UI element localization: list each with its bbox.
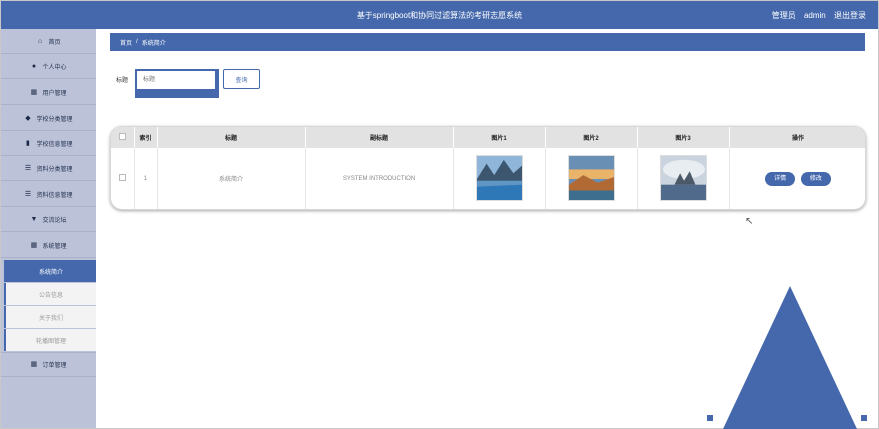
sidebar-item-label: 学校分类管理 [36,116,73,123]
search-button[interactable]: 查询 [223,69,260,89]
sidebar: ⌂ 首页 ● 个人中心 ▦ 用户管理 ◆ 学校分类管理 ▮ 学校信息管理 ☰ 资… [1,29,96,428]
breadcrumb-home[interactable]: 首页 [120,38,132,47]
row-checkbox[interactable] [118,174,126,181]
subtitle-cell: SYSTEM INTRODUCTION [305,148,454,209]
table-header-row: 索引 标题 副标题 图片1 图片2 图片3 操作 [111,127,865,148]
sidebar-item-material-category[interactable]: ☰ 资料分类管理 [1,156,96,181]
edit-button[interactable]: 修改 [800,171,831,186]
column-header: 操作 [729,127,865,148]
select-all-cell[interactable] [111,127,135,148]
sidebar-item-label: 系统管理 [42,243,67,250]
book-icon: ▮ [26,139,30,147]
sidebar-item-forum[interactable]: ▼ 交流论坛 [1,207,96,232]
breadcrumb-separator: / [136,39,138,45]
table-row: 1 系统简介 SYSTEM INTRODUCTION 详情 修改 [111,148,865,209]
sidebar-item-label: 订单管理 [42,363,67,369]
grid-icon: ▦ [30,241,38,249]
search-label: 标题 [116,78,129,84]
logout-link[interactable]: 退出登录 [834,11,866,20]
sidebar-item-label: 用户管理 [42,90,67,97]
list-icon: ☰ [24,164,32,172]
sidebar-subitem-notice[interactable]: 公告信息 [4,283,96,305]
column-header: 标题 [157,127,306,148]
role-label: 管理员 [771,11,796,20]
column-header: 图片1 [453,127,546,148]
column-header: 图片2 [545,127,638,148]
misty-castle-image [659,154,707,201]
sidebar-item-label: 资料信息管理 [36,192,73,199]
detail-button[interactable]: 详情 [765,171,796,186]
title-cell: 系统简介 [157,148,306,209]
decorative-square [861,415,867,421]
sidebar-subitem-about[interactable]: 关于我们 [4,306,96,328]
top-header: 基于springboot和协同过滤算法的考研志愿系统 管理员 admin 退出登… [1,1,878,29]
sidebar-item-label: 资料分类管理 [36,166,73,173]
lake-mountain-image [475,154,523,201]
coastal-sunset-image [567,154,615,201]
sidebar-item-material-info[interactable]: ☰ 资料信息管理 [1,182,96,207]
decorative-square [707,415,713,421]
grid-icon: ▦ [30,361,38,368]
sidebar-item-orders[interactable]: ▦ 订单管理 [1,352,96,377]
image2-cell [545,148,638,209]
sidebar-item-system[interactable]: ▦ 系统管理 [1,233,96,258]
data-table: 索引 标题 副标题 图片1 图片2 图片3 操作 1 系统简介 SYSTEM I… [110,126,866,210]
index-cell: 1 [134,148,158,209]
sidebar-subitem-intro[interactable]: 系统简介 [4,260,96,282]
graduation-cap-icon: ◆ [25,114,31,122]
row-select-cell[interactable] [111,148,135,209]
user-icon: ● [31,62,37,70]
grid-icon: ▦ [30,88,38,96]
app-title: 基于springboot和协同过滤算法的考研志愿系统 [356,11,523,20]
sidebar-item-home[interactable]: ⌂ 首页 [1,29,96,54]
sidebar-subitem-carousel[interactable]: 轮播图管理 [4,329,96,351]
decorative-triangle [723,286,857,429]
user-area: 管理员 admin 退出登录 [766,10,866,21]
column-header: 索引 [134,127,158,148]
sidebar-item-school-info[interactable]: ▮ 学校信息管理 [1,131,96,156]
search-input[interactable] [137,71,215,89]
select-all-checkbox[interactable] [118,133,126,140]
image1-cell [453,148,546,209]
username-label: admin [803,11,826,20]
list-icon: ☰ [24,190,32,198]
actions-cell: 详情 修改 [729,148,865,209]
breadcrumb: 首页 / 系统简介 [110,33,865,51]
sidebar-item-profile[interactable]: ● 个人中心 [1,54,96,79]
sidebar-item-label: 交流论坛 [42,217,67,224]
sidebar-item-label: 学校信息管理 [36,141,73,148]
image3-cell [637,148,730,209]
column-header: 副标题 [305,127,454,148]
sidebar-item-label: 首页 [48,39,61,46]
mouse-cursor-icon: ↖ [745,216,754,227]
home-icon: ⌂ [37,37,43,45]
sidebar-item-users[interactable]: ▦ 用户管理 [1,80,96,105]
search-box [135,69,219,98]
column-header: 图片3 [637,127,730,148]
trophy-icon: ▼ [30,215,38,223]
sidebar-item-label: 个人中心 [42,64,67,71]
sidebar-item-school-category[interactable]: ◆ 学校分类管理 [1,106,96,131]
breadcrumb-current: 系统简介 [141,40,166,47]
